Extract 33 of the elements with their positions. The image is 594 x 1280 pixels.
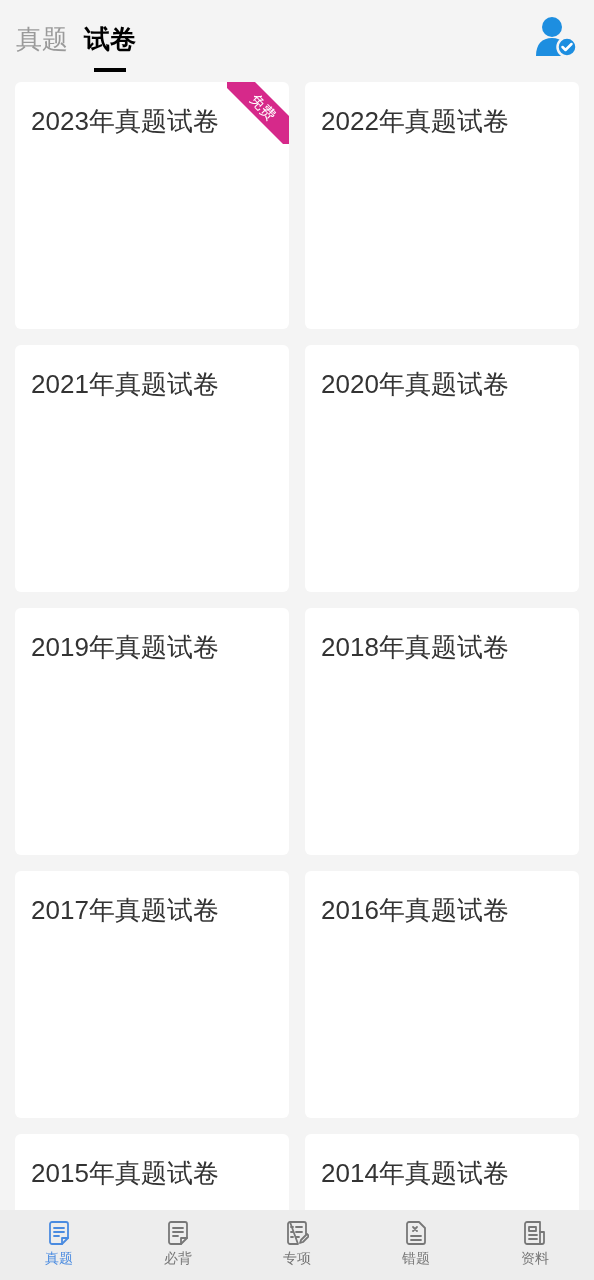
paper-card[interactable]: 2014年真题试卷 — [305, 1134, 579, 1210]
paper-title: 2015年真题试卷 — [31, 1158, 219, 1188]
nav-item[interactable]: 必背 — [118, 1210, 238, 1280]
paper-card[interactable]: 2019年真题试卷 — [15, 608, 289, 855]
nav-item[interactable]: 专项 — [237, 1210, 357, 1280]
paper-card[interactable]: 2017年真题试卷 — [15, 871, 289, 1118]
paper-card[interactable]: 2020年真题试卷 — [305, 345, 579, 592]
document-cross-icon — [403, 1220, 428, 1246]
nav-item[interactable]: 错题 — [356, 1210, 476, 1280]
free-ribbon: 免费 — [227, 82, 289, 144]
newspaper-icon — [522, 1220, 547, 1246]
tab[interactable]: 试卷 — [84, 22, 136, 56]
paper-title: 2023年真题试卷 — [31, 106, 219, 136]
tab-indicator — [94, 68, 126, 72]
paper-title: 2020年真题试卷 — [321, 369, 509, 399]
nav-item[interactable]: 资料 — [475, 1210, 594, 1280]
paper-card[interactable]: 2015年真题试卷 — [15, 1134, 289, 1210]
paper-card[interactable]: 2021年真题试卷 — [15, 345, 289, 592]
document-icon — [47, 1220, 72, 1246]
checklist-icon — [285, 1220, 309, 1246]
paper-title: 2016年真题试卷 — [321, 895, 509, 925]
paper-card[interactable]: 2022年真题试卷 — [305, 82, 579, 329]
paper-title: 2022年真题试卷 — [321, 106, 509, 136]
document-icon — [166, 1220, 191, 1246]
paper-card[interactable]: 2018年真题试卷 — [305, 608, 579, 855]
paper-title: 2014年真题试卷 — [321, 1158, 509, 1188]
paper-title: 2021年真题试卷 — [31, 369, 219, 399]
paper-title: 2017年真题试卷 — [31, 895, 219, 925]
paper-title: 2018年真题试卷 — [321, 632, 509, 662]
paper-title: 2019年真题试卷 — [31, 632, 219, 662]
paper-card[interactable]: 2016年真题试卷 — [305, 871, 579, 1118]
user-verified-icon[interactable] — [534, 16, 578, 58]
paper-card[interactable]: 2023年真题试卷 免费 — [15, 82, 289, 329]
